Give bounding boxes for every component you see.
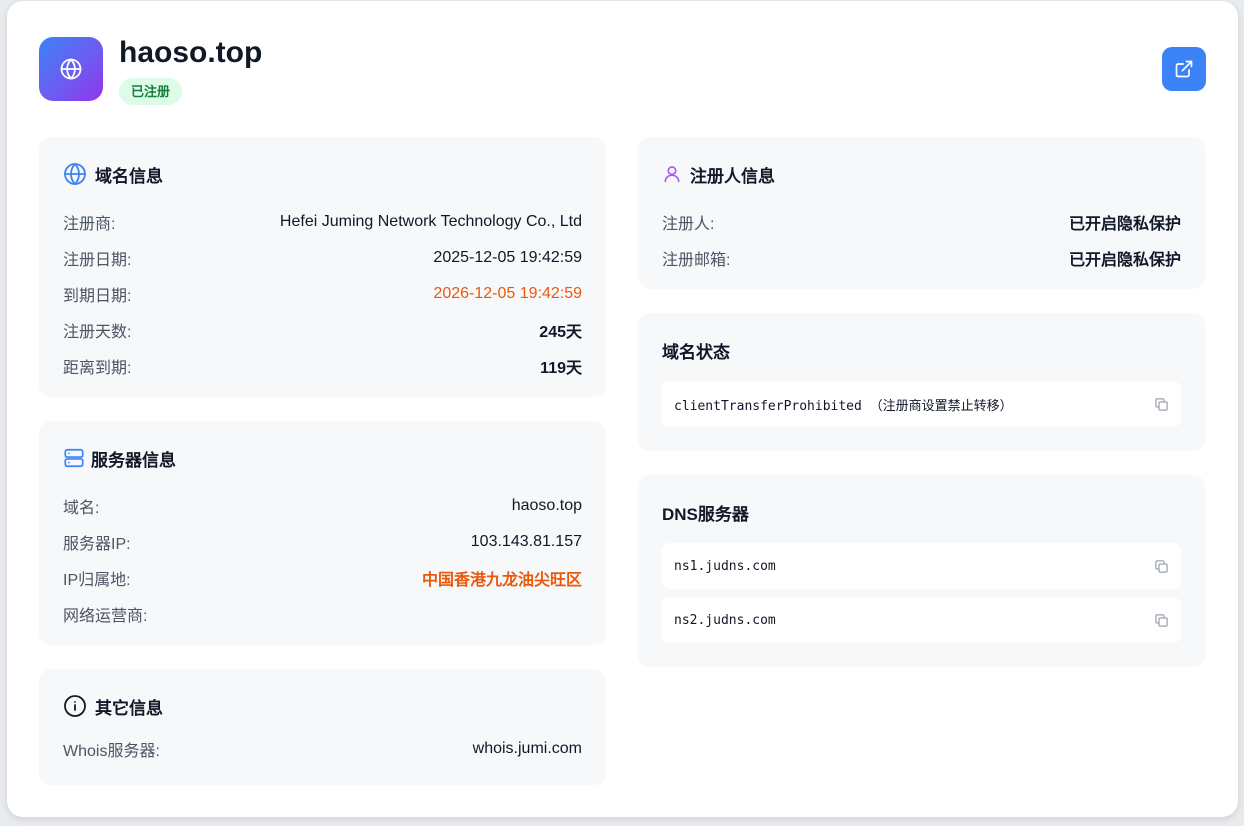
external-link-icon — [1175, 60, 1193, 78]
expiry-date-value: 2026-12-05 19:42:59 — [433, 285, 582, 302]
registrant-value: 已开启隐私保护 — [1068, 216, 1181, 233]
globe-icon — [63, 162, 87, 186]
isp-label: 网络运营商: — [63, 608, 148, 625]
domain-info-title: 域名信息 — [63, 161, 163, 187]
days-to-expiry-value: 119天 — [540, 360, 582, 377]
domain-info-rows: 注册商: Hefei Juming Network Technology Co.… — [63, 204, 582, 384]
registration-date-label: 注册日期: — [63, 252, 132, 269]
domain-status-heading: 域名状态 — [662, 342, 730, 362]
status-item-text: clientTransferProhibited （注册商设置禁止转移） — [674, 398, 1013, 414]
info-icon — [63, 694, 87, 718]
whois-server-row: Whois服务器: whois.jumi.com — [63, 731, 582, 767]
server-ip-label: 服务器IP: — [63, 536, 131, 553]
expiry-date-row: 到期日期: 2026-12-05 19:42:59 — [63, 276, 582, 312]
server-info-heading: 服务器信息 — [91, 450, 176, 470]
registrant-info-heading: 注册人信息 — [690, 166, 775, 186]
registrar-label: 注册商: — [63, 216, 116, 233]
server-domain-value: haoso.top — [511, 497, 582, 514]
registered-days-label: 注册天数: — [63, 324, 132, 341]
copy-icon[interactable] — [1154, 613, 1169, 628]
ip-location-row: IP归属地: 中国香港九龙油尖旺区 — [63, 560, 582, 596]
registered-days-value: 245天 — [539, 324, 582, 341]
open-site-button[interactable] — [1162, 47, 1206, 91]
registration-date-row: 注册日期: 2025-12-05 19:42:59 — [63, 240, 582, 276]
registrant-email-row: 注册邮箱: 已开启隐私保护 — [662, 240, 1181, 276]
registrar-value: Hefei Juming Network Technology Co., Ltd — [279, 213, 582, 230]
expiry-date-label: 到期日期: — [63, 288, 132, 305]
registrant-email-value: 已开启隐私保护 — [1068, 252, 1181, 269]
dns-servers-panel: DNS服务器 ns1.judns.com ns2.judns.com — [638, 475, 1205, 667]
other-info-rows: Whois服务器: whois.jumi.com — [63, 731, 582, 767]
domain-info-panel: 域名信息 注册商: Hefei Juming Network Technolog… — [39, 137, 606, 397]
domain-status-title: 域名状态 — [662, 337, 730, 363]
registrant-row: 注册人: 已开启隐私保护 — [662, 204, 1181, 240]
registrant-info-panel: 注册人信息 注册人: 已开启隐私保护 注册邮箱: 已开启隐私保护 — [638, 137, 1205, 289]
user-icon — [662, 164, 682, 184]
status-item: clientTransferProhibited （注册商设置禁止转移） — [662, 381, 1181, 427]
registration-date-value: 2025-12-05 19:42:59 — [433, 249, 582, 266]
server-info-rows: 域名: haoso.top 服务器IP: 103.143.81.157 IP归属… — [63, 488, 582, 632]
other-info-panel: 其它信息 Whois服务器: whois.jumi.com — [39, 669, 606, 785]
domain-info-heading: 域名信息 — [95, 166, 163, 186]
globe-icon — [60, 58, 82, 80]
dns-item-text: ns2.judns.com — [674, 612, 776, 628]
domain-status-panel: 域名状态 clientTransferProhibited （注册商设置禁止转移… — [638, 313, 1205, 451]
server-info-panel: 服务器信息 域名: haoso.top 服务器IP: 103.143.81.15… — [39, 421, 606, 645]
domain-title: haoso.top — [119, 36, 263, 69]
domain-logo — [39, 37, 103, 101]
whois-server-value: whois.jumi.com — [472, 740, 582, 757]
other-info-heading: 其它信息 — [95, 698, 163, 718]
days-to-expiry-row: 距离到期: 119天 — [63, 348, 582, 384]
ip-location-value: 中国香港九龙油尖旺区 — [421, 572, 582, 589]
server-ip-value: 103.143.81.157 — [470, 533, 582, 550]
registrant-info-title: 注册人信息 — [662, 161, 775, 187]
registrant-email-label: 注册邮箱: — [662, 252, 731, 269]
server-info-title: 服务器信息 — [63, 445, 176, 471]
isp-row: 网络运营商: — [63, 596, 582, 632]
header: haoso.top 已注册 — [39, 37, 1206, 107]
server-icon — [63, 447, 85, 469]
copy-icon[interactable] — [1154, 397, 1169, 412]
registered-days-row: 注册天数: 245天 — [63, 312, 582, 348]
ip-location-label: IP归属地: — [63, 572, 131, 589]
whois-server-label: Whois服务器: — [63, 743, 160, 760]
registrant-info-rows: 注册人: 已开启隐私保护 注册邮箱: 已开启隐私保护 — [662, 204, 1181, 276]
server-domain-row: 域名: haoso.top — [63, 488, 582, 524]
dns-item: ns2.judns.com — [662, 597, 1181, 643]
status-badge: 已注册 — [119, 78, 183, 105]
server-domain-label: 域名: — [63, 500, 100, 517]
registrar-row: 注册商: Hefei Juming Network Technology Co.… — [63, 204, 582, 240]
dns-servers-title: DNS服务器 — [662, 499, 749, 525]
server-ip-row: 服务器IP: 103.143.81.157 — [63, 524, 582, 560]
days-to-expiry-label: 距离到期: — [63, 360, 132, 377]
other-info-title: 其它信息 — [63, 693, 163, 719]
dns-servers-heading: DNS服务器 — [662, 504, 749, 524]
copy-icon[interactable] — [1154, 559, 1169, 574]
domain-whois-card: haoso.top 已注册 域名信息 注册商: Hefei Juming Net… — [7, 1, 1238, 817]
dns-item: ns1.judns.com — [662, 543, 1181, 589]
registrant-label: 注册人: — [662, 216, 715, 233]
dns-item-text: ns1.judns.com — [674, 558, 776, 574]
